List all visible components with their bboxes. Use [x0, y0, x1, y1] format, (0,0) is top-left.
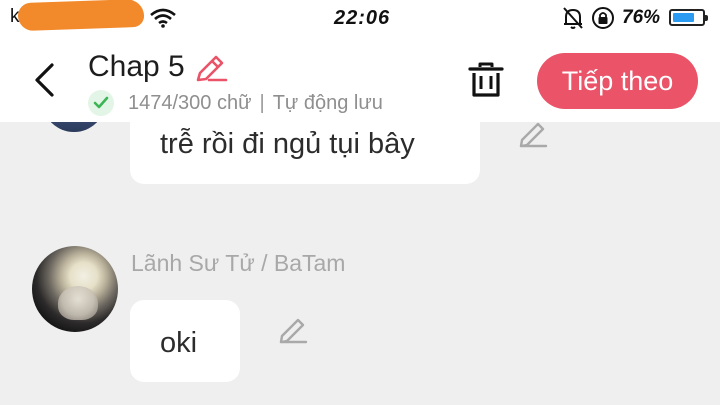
- next-button[interactable]: Tiếp theo: [537, 53, 698, 109]
- trash-icon[interactable]: [466, 60, 506, 100]
- pencil-icon[interactable]: [276, 314, 310, 344]
- divider: |: [259, 91, 265, 114]
- status-time: 22:06: [334, 7, 391, 29]
- rotation-lock-icon: [592, 7, 614, 29]
- editor-header: k M 22:06 76% Chap 5: [0, 0, 720, 122]
- message-text: trễ rồi đi ngủ tụi bây: [160, 128, 415, 160]
- redaction-mark: [17, 0, 145, 32]
- battery-percent: 76%: [622, 7, 661, 28]
- chapter-title-group: Chap 5: [88, 50, 229, 84]
- avatar[interactable]: [32, 246, 118, 332]
- back-button[interactable]: [30, 62, 58, 98]
- page-title[interactable]: Chap 5: [88, 50, 185, 83]
- message-text: oki: [160, 327, 198, 359]
- bell-off-icon: [563, 7, 583, 29]
- avatar-photo: [58, 286, 98, 320]
- pencil-icon[interactable]: [193, 51, 229, 83]
- message-bubble[interactable]: oki: [130, 300, 240, 382]
- wifi-icon: [150, 8, 176, 28]
- sender-name: Lãnh Sư Tử / BaTam: [131, 250, 346, 276]
- battery-icon: [669, 9, 708, 26]
- save-status: 1474/300 chữ | Tự động lưu: [88, 90, 383, 116]
- check-circle-icon: [88, 90, 114, 116]
- autosave-label: Tự động lưu: [272, 91, 383, 114]
- pencil-icon[interactable]: [516, 118, 550, 148]
- status-bar: k M 22:06 76%: [0, 0, 720, 36]
- word-count: 1474/300 chữ: [128, 91, 252, 114]
